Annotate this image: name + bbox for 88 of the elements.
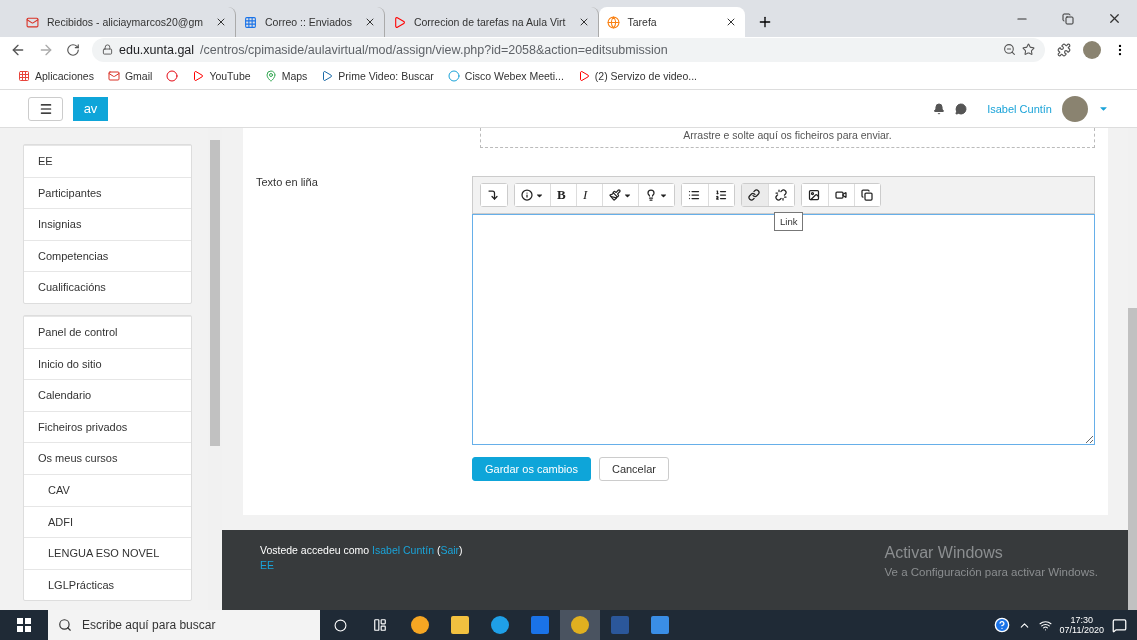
tab-favicon-icon [26, 15, 39, 29]
activation-title: Activar Windows [884, 544, 1004, 562]
clock[interactable]: 17:30 07/11/2020 [1059, 615, 1104, 635]
toolbar-button[interactable] [768, 184, 794, 206]
sidebar-item[interactable]: Participantes [24, 176, 191, 209]
browser-tab[interactable]: Tarefa [598, 7, 745, 37]
address-bar[interactable]: edu.xunta.gal /centros/cpimaside/aulavirtual/mod/assign/view.php?id=2058&action=editsubmission [92, 37, 1045, 62]
toolbar-button[interactable] [481, 184, 507, 206]
bookmark-icon [321, 69, 334, 82]
task-view-icon[interactable] [373, 618, 387, 632]
help-icon[interactable] [993, 617, 1010, 633]
sidebar-item[interactable]: Ficheiros privados [24, 410, 191, 443]
notification-icon[interactable] [1112, 617, 1127, 633]
search-icon [58, 618, 72, 632]
activation-text: Ve a Configuración para activar Windows. [884, 566, 1098, 578]
circle-icon[interactable] [333, 618, 347, 632]
browser-tab[interactable]: Recibidos - aliciaymarcos20@gm [18, 7, 236, 37]
bookmark[interactable]: Maps [264, 69, 308, 82]
toolbar-icon [835, 189, 847, 201]
tab-favicon-icon [606, 15, 620, 29]
taskbar-search-field[interactable]: Escribe aquí para buscar [48, 610, 320, 640]
tab-favicon-icon [243, 15, 257, 29]
bookmark-icon [192, 69, 205, 82]
text-editor-field[interactable] [472, 214, 1095, 445]
user-avatar[interactable] [1062, 95, 1088, 122]
sidebar-item[interactable]: Inicio do sitio [24, 347, 191, 380]
sidebar-item[interactable]: LENGUA ESO NOVEL [24, 537, 191, 569]
toolbar-icon [521, 189, 533, 201]
toolbar-button[interactable] [708, 184, 734, 206]
menu-icon [38, 101, 53, 116]
toolbar-icon [861, 189, 873, 201]
app-icon[interactable] [491, 616, 509, 634]
field-label: Texto en liña [255, 176, 319, 190]
sidebar-item[interactable]: EE [24, 145, 191, 177]
bookmark-icon [18, 69, 30, 82]
bell-icon[interactable] [933, 102, 946, 115]
sidebar-item[interactable]: Insignias [24, 208, 191, 240]
toolbar-icon [645, 189, 657, 201]
bookmark-icon [107, 69, 120, 82]
star-icon[interactable] [1022, 43, 1035, 56]
tab-favicon-icon [392, 15, 406, 29]
toolbar-button[interactable] [742, 184, 768, 206]
sidebar-item[interactable]: Os meus cursos [24, 442, 191, 474]
zoom-out-icon[interactable] [1003, 43, 1016, 56]
bookmark-icon [264, 69, 277, 82]
bookmark[interactable]: Prime Video: Buscar [321, 69, 434, 82]
sidebar-item[interactable]: Calendario [24, 379, 191, 411]
sidebar-item[interactable]: Competencias [24, 239, 191, 272]
menu-button[interactable] [28, 96, 63, 121]
toolbar-button[interactable] [638, 184, 674, 206]
toolbar-icon [609, 189, 621, 201]
browser-tab[interactable]: Correcion de tarefas na Aula Virt [384, 7, 599, 37]
toolbar-icon [748, 189, 760, 201]
profile-avatar[interactable] [1083, 40, 1101, 59]
app-icon[interactable] [411, 616, 429, 634]
sidebar-item[interactable]: LGLPrácticas [24, 568, 191, 601]
start-icon[interactable] [17, 618, 31, 632]
lock-icon [102, 44, 113, 55]
course-link[interactable]: EE [260, 559, 274, 571]
puzzle-icon[interactable] [1057, 42, 1071, 57]
toolbar-icon [688, 189, 700, 201]
cancel-button[interactable]: Cancelar [598, 457, 669, 481]
toolbar-icon [715, 189, 727, 201]
bookmark[interactable]: YouTube [192, 69, 251, 82]
toolbar-icon [808, 189, 820, 201]
sidebar-item[interactable]: Panel de control [24, 315, 191, 348]
app-icon[interactable] [571, 616, 589, 634]
wifi-icon[interactable] [1038, 618, 1052, 632]
user-link[interactable]: Isabel Cuntín [372, 544, 434, 556]
toolbar-icon [775, 189, 787, 201]
browser-tab[interactable]: Correo :: Enviados [235, 7, 385, 37]
chat-icon[interactable] [955, 102, 968, 115]
sidebar-item[interactable]: CAV [24, 473, 191, 506]
sidebar-item[interactable]: Cualificacións [24, 271, 191, 303]
bookmark[interactable]: Gmail [107, 69, 153, 82]
bookmark-icon[interactable] [166, 69, 179, 82]
reload-icon[interactable] [66, 42, 80, 57]
toolbar-icon [487, 189, 499, 201]
dropzone[interactable]: Arrastre e solte aquí os ficheiros para enviar. [480, 128, 1095, 148]
restore-icon[interactable] [1062, 12, 1074, 25]
bookmark-icon [447, 69, 460, 82]
bookmark[interactable]: (2) Servizo de video... [577, 69, 697, 82]
bookmark[interactable]: Aplicaciones [18, 69, 94, 82]
sidebar-item[interactable]: ADFI [24, 505, 191, 538]
toolbar-button[interactable] [854, 184, 880, 206]
bookmark[interactable]: Cisco Webex Meeti... [447, 69, 564, 82]
bookmark-icon [577, 69, 590, 82]
login-info: Vostede accedeu como Isabel Cuntín (Sair) [260, 544, 463, 556]
